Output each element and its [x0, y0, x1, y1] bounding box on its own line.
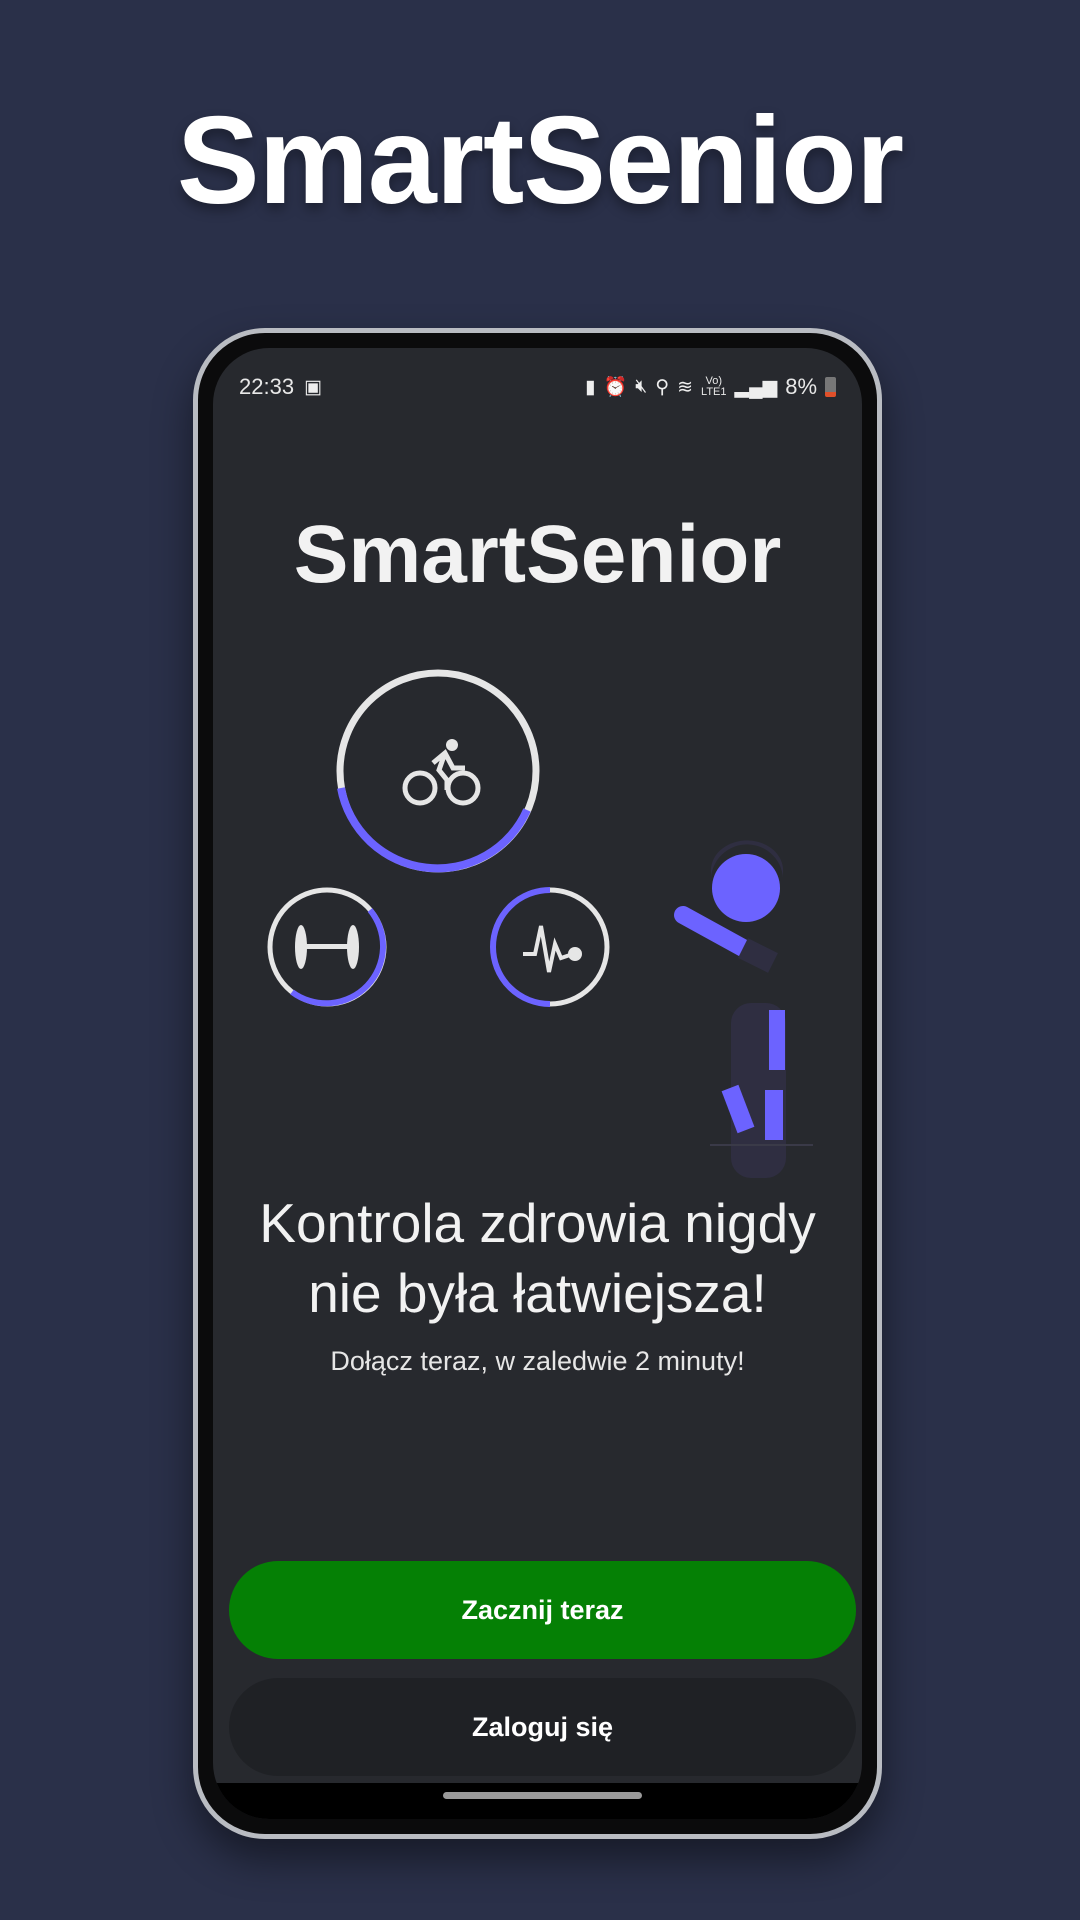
- start-now-button[interactable]: Zacznij teraz: [229, 1561, 856, 1659]
- heartbeat-ring: [490, 887, 610, 1007]
- cycling-icon: [402, 739, 481, 806]
- dumbbell-icon: [295, 925, 359, 969]
- health-illustration: [267, 669, 813, 1178]
- headline-line-2: nie była łatwiejsza!: [308, 1262, 767, 1324]
- cycling-ring: [336, 669, 540, 873]
- dumbbell-ring: [267, 887, 387, 1007]
- subtitle: Dołącz teraz, w zaledwie 2 minuty!: [330, 1346, 745, 1376]
- promo-title: SmartSenior: [176, 92, 904, 230]
- heartbeat-icon: [523, 925, 582, 973]
- headline-line-1: Kontrola zdrowia nigdy: [259, 1192, 816, 1254]
- phone-frame: 22:33 ▣ ▮ ⏰ 🔇︎ ⚲ ≋ Vo) LTE1 ▂▄▆ 8% SmartS…: [193, 328, 882, 1839]
- person-figure: [674, 840, 813, 1178]
- navigation-bar: [213, 1783, 862, 1819]
- home-indicator[interactable]: [443, 1792, 642, 1799]
- login-button[interactable]: Zaloguj się: [229, 1678, 856, 1776]
- app-screen: 22:33 ▣ ▮ ⏰ 🔇︎ ⚲ ≋ Vo) LTE1 ▂▄▆ 8% SmartS…: [213, 348, 862, 1819]
- headline: Kontrola zdrowia nigdy nie była łatwiejs…: [213, 1188, 862, 1328]
